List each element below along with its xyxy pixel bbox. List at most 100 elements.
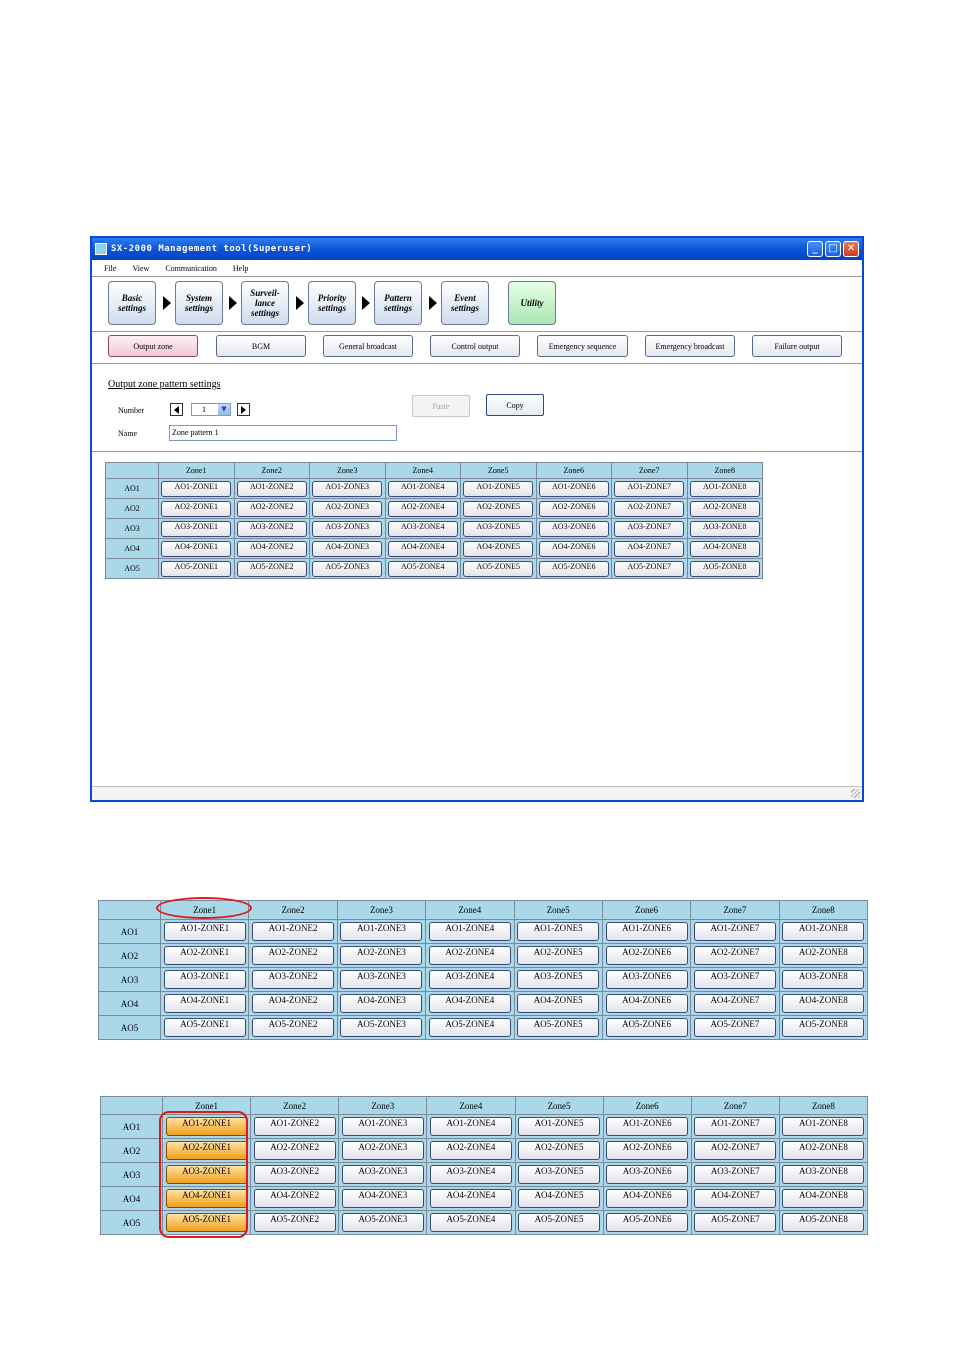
- menu-communication[interactable]: Communication: [165, 264, 217, 273]
- column-header[interactable]: Zone3: [336, 900, 427, 920]
- zone-button[interactable]: AO3-ZONE3: [341, 1165, 424, 1184]
- tab-emergency-sequence[interactable]: Emergency sequence: [537, 335, 628, 357]
- column-header[interactable]: Zone4: [426, 1096, 516, 1115]
- zone-button[interactable]: AO4-ZONE2: [253, 1189, 336, 1208]
- column-header[interactable]: Zone4: [425, 900, 515, 920]
- zone-button[interactable]: AO3-ZONE4: [428, 970, 511, 989]
- step-utility[interactable]: Utility: [508, 281, 556, 325]
- close-button[interactable]: ✕: [843, 241, 859, 257]
- zone-button[interactable]: AO5-ZONE1: [163, 1018, 246, 1037]
- zone-button[interactable]: AO4-ZONE6: [538, 540, 609, 557]
- zone-button[interactable]: AO5-ZONE4: [428, 1018, 511, 1037]
- zone-button[interactable]: AO5-ZONE5: [518, 1213, 601, 1232]
- zone-button[interactable]: AO3-ZONE2: [236, 520, 307, 537]
- column-header[interactable]: Zone2: [250, 1096, 340, 1115]
- zone-button[interactable]: AO2-ZONE5: [517, 946, 600, 965]
- zone-button[interactable]: AO3-ZONE4: [387, 520, 458, 537]
- zone-button[interactable]: AO1-ZONE2: [253, 1117, 336, 1136]
- zone-button[interactable]: AO3-ZONE8: [689, 520, 760, 537]
- zone-button[interactable]: AO2-ZONE7: [614, 500, 685, 517]
- minimize-button[interactable]: _: [807, 241, 823, 257]
- zone-button[interactable]: AO2-ZONE2: [253, 1141, 336, 1160]
- tab-bgm[interactable]: BGM: [216, 335, 306, 357]
- zone-button[interactable]: AO1-ZONE3: [312, 480, 383, 497]
- zone-button[interactable]: AO1-ZONE7: [694, 1117, 777, 1136]
- zone-button[interactable]: AO1-ZONE5: [517, 922, 600, 941]
- zone-button[interactable]: AO5-ZONE2: [236, 560, 307, 577]
- zone-button[interactable]: AO5-ZONE6: [605, 1018, 688, 1037]
- zone-button[interactable]: AO5-ZONE2: [253, 1213, 336, 1232]
- tab-general-broadcast[interactable]: General broadcast: [323, 335, 413, 357]
- tab-emergency-broadcast[interactable]: Emergency broadcast: [645, 335, 735, 357]
- zone-button[interactable]: AO1-ZONE7: [614, 480, 685, 497]
- zone-button[interactable]: AO3-ZONE2: [253, 1165, 336, 1184]
- zone-button[interactable]: AO1-ZONE4: [428, 922, 511, 941]
- menu-view[interactable]: View: [132, 264, 149, 273]
- zone-button[interactable]: AO5-ZONE5: [463, 560, 534, 577]
- zone-button[interactable]: AO5-ZONE7: [693, 1018, 776, 1037]
- zone-button[interactable]: AO2-ZONE1: [163, 946, 246, 965]
- zone-button[interactable]: AO4-ZONE1: [163, 994, 246, 1013]
- zone-button[interactable]: AO1-ZONE5: [518, 1117, 601, 1136]
- zone-button[interactable]: AO1-ZONE1: [163, 922, 246, 941]
- zone-button[interactable]: AO3-ZONE7: [694, 1165, 777, 1184]
- zone-button[interactable]: AO1-ZONE8: [782, 1117, 865, 1136]
- zone-button[interactable]: AO2-ZONE7: [694, 1141, 777, 1160]
- zone-button[interactable]: AO3-ZONE6: [605, 970, 688, 989]
- tab-control-output[interactable]: Control output: [430, 335, 520, 357]
- zone-button[interactable]: AO5-ZONE1: [161, 560, 232, 577]
- copy-button[interactable]: Copy: [486, 394, 544, 416]
- zone-button[interactable]: AO4-ZONE4: [387, 540, 458, 557]
- zone-button[interactable]: AO3-ZONE4: [429, 1165, 512, 1184]
- zone-button[interactable]: AO4-ZONE8: [782, 1189, 865, 1208]
- chevron-down-icon[interactable]: ▼: [218, 404, 230, 415]
- zone-button[interactable]: AO4-ZONE5: [517, 994, 600, 1013]
- zone-button[interactable]: AO4-ZONE2: [236, 540, 307, 557]
- column-header[interactable]: Zone2: [248, 900, 338, 920]
- zone-button[interactable]: AO1-ZONE4: [429, 1117, 512, 1136]
- zone-button[interactable]: AO2-ZONE8: [689, 500, 760, 517]
- zone-button[interactable]: AO2-ZONE2: [236, 500, 307, 517]
- step-surveillance-settings[interactable]: Surveil-lance settings: [241, 281, 289, 325]
- column-header[interactable]: Zone8: [778, 900, 869, 920]
- zone-button[interactable]: AO2-ZONE5: [518, 1141, 601, 1160]
- zone-button[interactable]: AO5-ZONE7: [694, 1213, 777, 1232]
- zone-button[interactable]: AO3-ZONE7: [693, 970, 776, 989]
- column-header[interactable]: Zone6: [602, 1096, 692, 1115]
- zone-button[interactable]: AO4-ZONE7: [614, 540, 685, 557]
- zone-button[interactable]: AO1-ZONE3: [340, 922, 423, 941]
- zone-button[interactable]: AO2-ZONE1: [161, 500, 232, 517]
- zone-button[interactable]: AO5-ZONE5: [517, 1018, 600, 1037]
- menu-help[interactable]: Help: [233, 264, 249, 273]
- zone-button[interactable]: AO1-ZONE4: [387, 480, 458, 497]
- zone-button[interactable]: AO2-ZONE6: [605, 946, 688, 965]
- column-header[interactable]: Zone6: [601, 900, 692, 920]
- step-system-settings[interactable]: System settings: [175, 281, 223, 325]
- zone-button[interactable]: AO1-ZONE3: [341, 1117, 424, 1136]
- zone-button[interactable]: AO3-ZONE3: [340, 970, 423, 989]
- zone-button[interactable]: AO3-ZONE5: [463, 520, 534, 537]
- step-priority-settings[interactable]: Priority settings: [308, 281, 356, 325]
- column-header[interactable]: Zone7: [690, 1096, 780, 1115]
- column-header[interactable]: Zone8: [778, 1096, 869, 1115]
- zone-button[interactable]: AO3-ZONE7: [614, 520, 685, 537]
- zone-button[interactable]: AO1-ZONE6: [605, 922, 688, 941]
- step-basic-settings[interactable]: Basic settings: [108, 281, 156, 325]
- zone-button[interactable]: AO4-ZONE3: [340, 994, 423, 1013]
- zone-button[interactable]: AO2-ZONE2: [252, 946, 335, 965]
- tab-output-zone[interactable]: Output zone: [108, 335, 198, 357]
- zone-button[interactable]: AO1-ZONE2: [252, 922, 335, 941]
- zone-button[interactable]: AO2-ZONE3: [312, 500, 383, 517]
- zone-button[interactable]: AO4-ZONE3: [312, 540, 383, 557]
- zone-button[interactable]: AO3-ZONE3: [312, 520, 383, 537]
- next-number-button[interactable]: [237, 403, 250, 416]
- zone-button[interactable]: AO4-ZONE6: [606, 1189, 689, 1208]
- resize-grip-icon[interactable]: [851, 789, 860, 798]
- paste-button[interactable]: Paste: [412, 395, 470, 417]
- zone-button[interactable]: AO1-ZONE8: [689, 480, 760, 497]
- zone-button[interactable]: AO2-ZONE4: [387, 500, 458, 517]
- zone-button[interactable]: AO1-ZONE6: [538, 480, 609, 497]
- zone-button[interactable]: AO2-ZONE7: [693, 946, 776, 965]
- zone-button[interactable]: AO3-ZONE8: [782, 1165, 865, 1184]
- zone-button[interactable]: AO5-ZONE6: [538, 560, 609, 577]
